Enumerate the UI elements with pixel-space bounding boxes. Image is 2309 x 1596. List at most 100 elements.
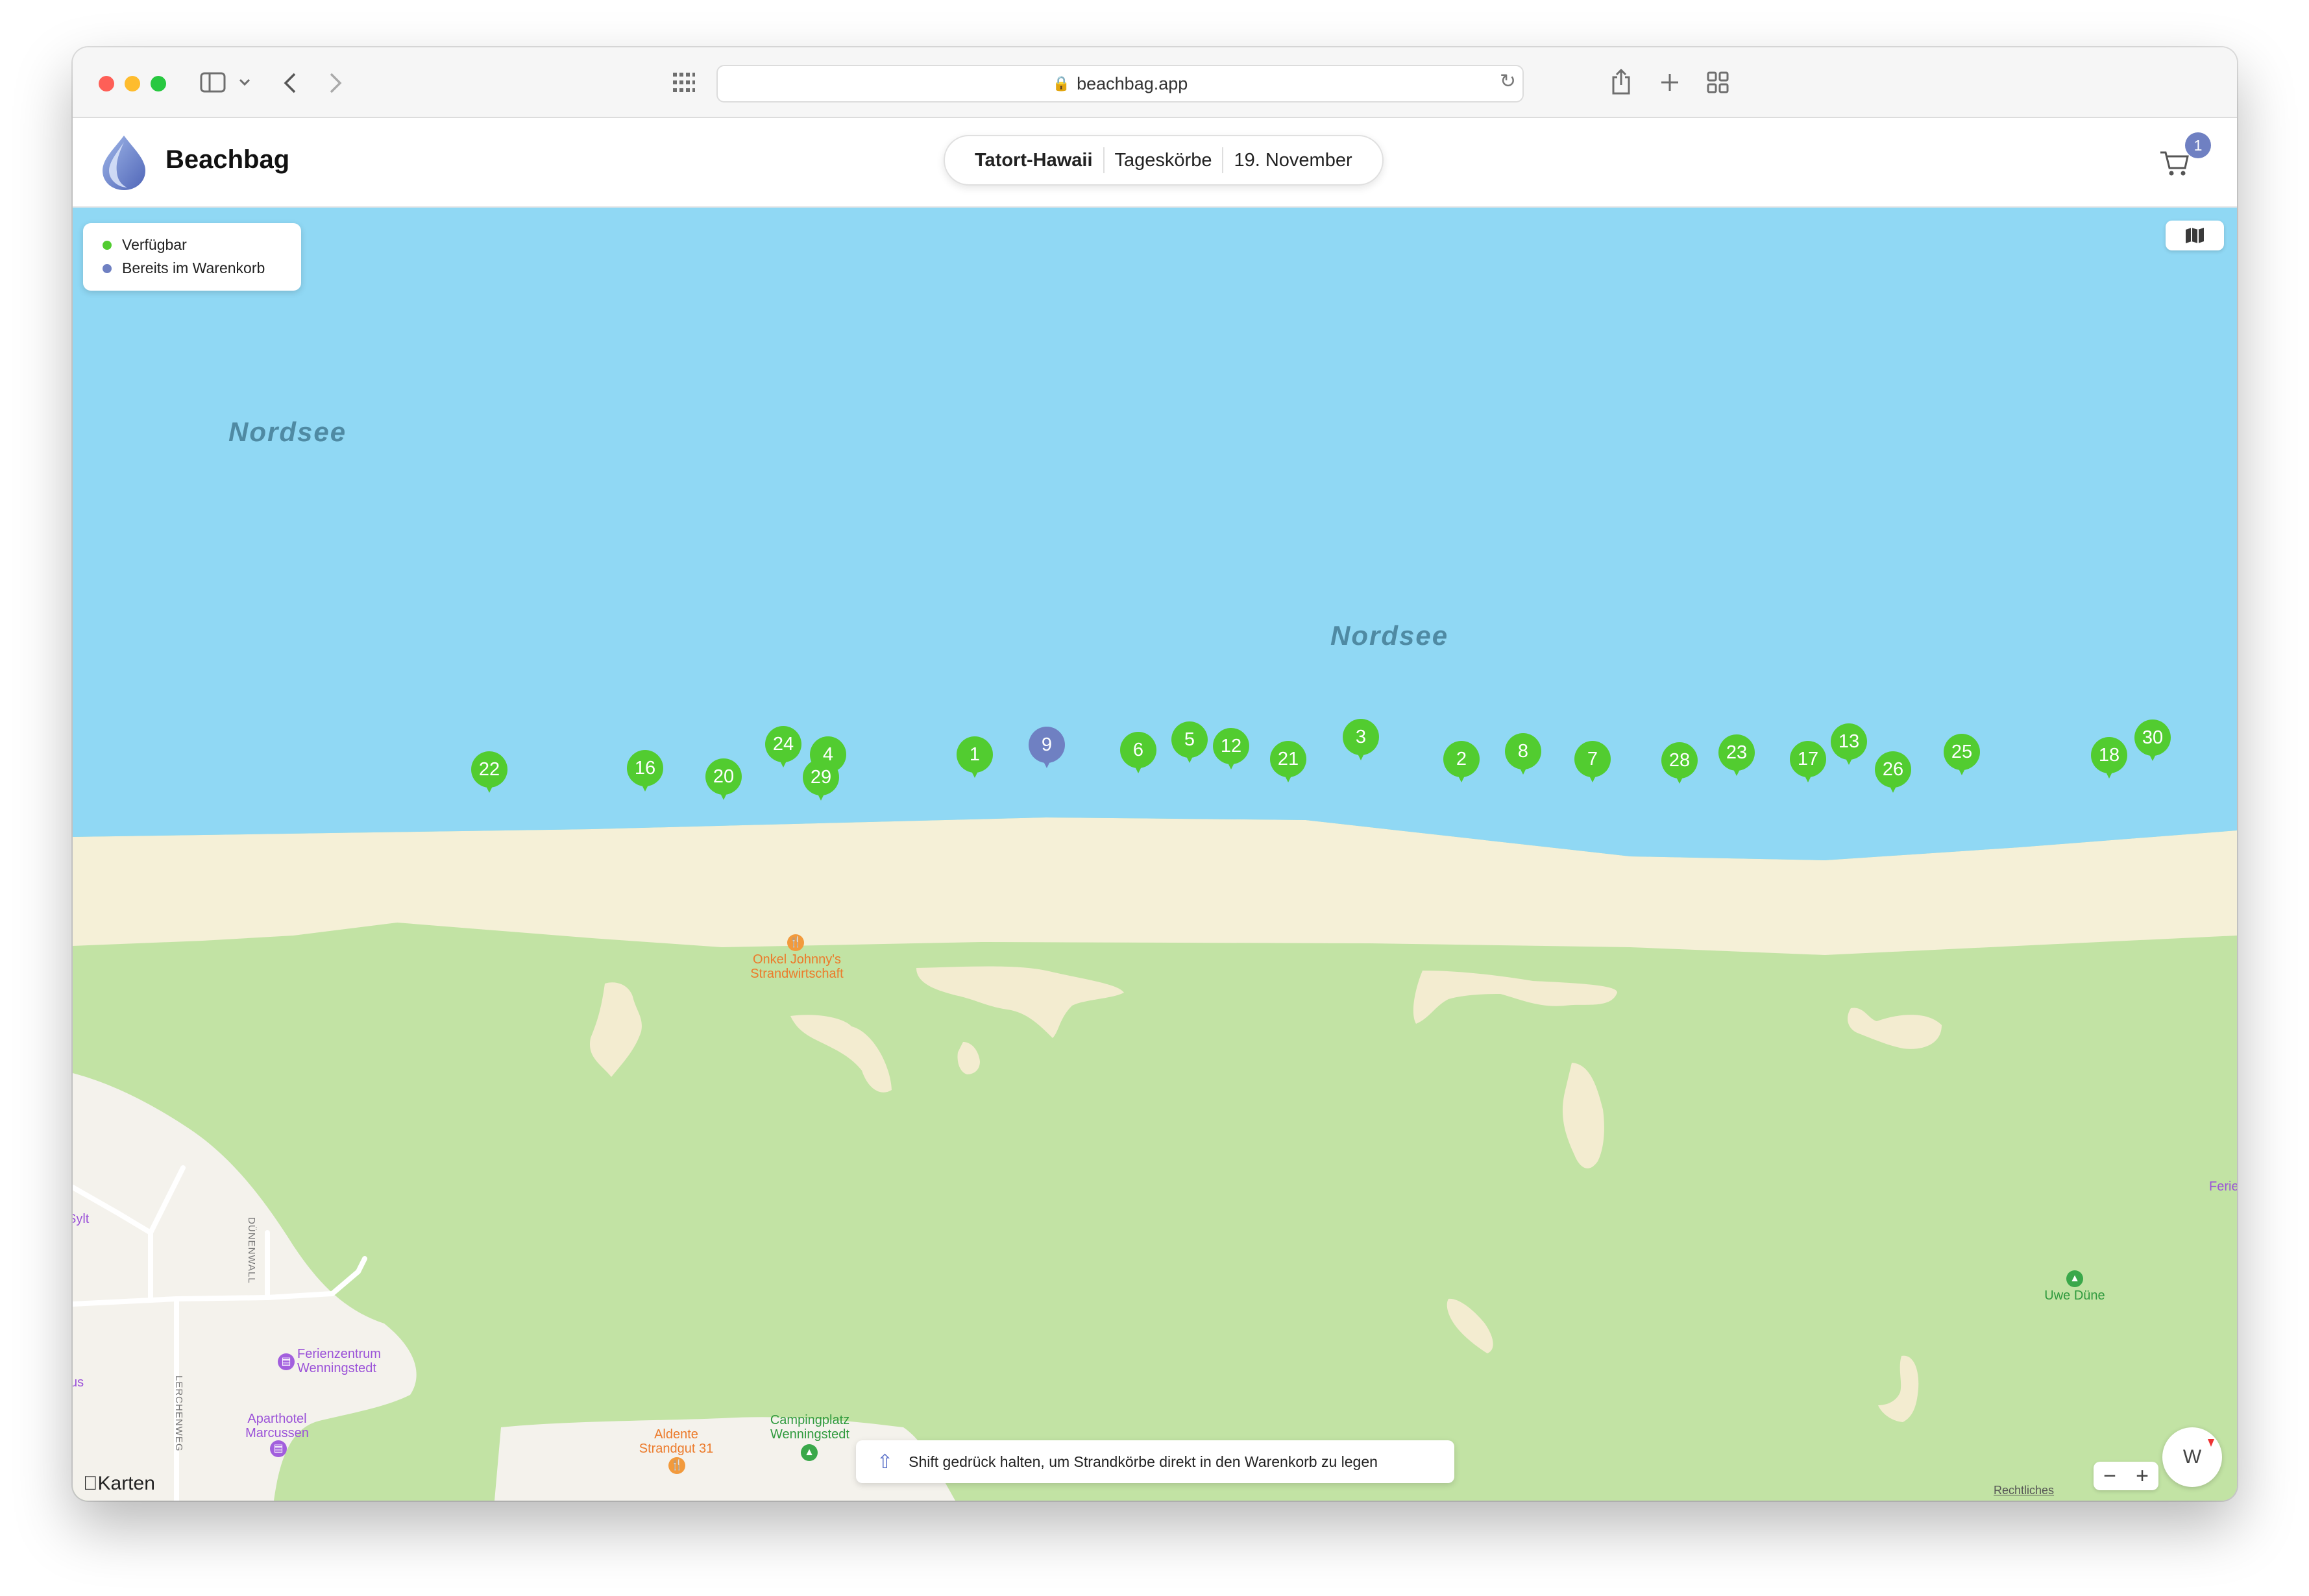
pin-tip xyxy=(717,787,730,800)
apple-maps-attribution[interactable]: Karten xyxy=(83,1473,155,1495)
beach-chair-pin-3[interactable]: 3 xyxy=(1343,719,1379,763)
poi-onkel-johnny[interactable]: Onkel Johnny's Strandwirtschaft xyxy=(739,952,855,981)
tabs-overview-icon[interactable] xyxy=(1707,71,1729,93)
minimize-window-button[interactable] xyxy=(125,76,140,91)
pin-tip xyxy=(1955,762,1968,775)
beach-chair-pin-5[interactable]: 5 xyxy=(1171,721,1208,766)
beach-chair-pin-30[interactable]: 30 xyxy=(2134,719,2171,764)
legend-available-label: Verfügbar xyxy=(122,236,187,253)
pin-tip xyxy=(639,779,652,792)
beach-chair-pin-28[interactable]: 28 xyxy=(1661,742,1698,786)
beachbag-logo-icon[interactable] xyxy=(100,133,148,191)
beach-chair-pin-2[interactable]: 2 xyxy=(1443,741,1480,785)
beach-chair-pin-21[interactable]: 21 xyxy=(1270,741,1306,785)
pin-tip xyxy=(1802,769,1814,782)
browser-window: 🔒 beachbag.app ↻ Beachbag Tatort-Hawaii … xyxy=(73,47,2237,1501)
pin-tip xyxy=(1354,747,1367,760)
close-window-button[interactable] xyxy=(99,76,114,91)
poi-us[interactable]: us xyxy=(73,1375,84,1390)
hotel-icon[interactable]: ▤ xyxy=(270,1440,287,1457)
beach-chair-pin-20[interactable]: 20 xyxy=(705,758,742,803)
map-canvas[interactable] xyxy=(73,208,2237,1501)
apple-logo-icon:  xyxy=(83,1473,98,1494)
beach-chair-pin-12[interactable]: 12 xyxy=(1213,728,1249,772)
hotel-icon[interactable]: ▤ xyxy=(278,1353,295,1370)
address-bar[interactable]: 🔒 beachbag.app ↻ xyxy=(716,65,1524,103)
filter-type[interactable]: Tageskörbe xyxy=(1105,150,1223,171)
pin-tip xyxy=(777,755,790,768)
pin-tip xyxy=(1455,769,1468,782)
compass-button[interactable]: W xyxy=(2162,1427,2222,1487)
available-dot-icon xyxy=(103,240,112,250)
reload-icon[interactable]: ↻ xyxy=(1500,70,1516,93)
pin-tip xyxy=(1586,769,1599,782)
shift-arrow-icon: ⇧ xyxy=(877,1451,894,1473)
pin-tip xyxy=(2146,748,2159,761)
zoom-in-button[interactable]: + xyxy=(2136,1464,2149,1489)
forward-icon[interactable] xyxy=(328,72,343,94)
beach-chair-pin-7[interactable]: 7 xyxy=(1574,741,1611,785)
lock-icon: 🔒 xyxy=(1052,75,1071,91)
sea-label: Nordsee xyxy=(228,417,347,447)
pin-tip xyxy=(1517,762,1530,775)
campground-icon[interactable]: ▲ xyxy=(801,1444,818,1461)
new-tab-icon[interactable] xyxy=(1659,72,1680,93)
poi-uwe-duene[interactable]: Uwe Düne xyxy=(2033,1288,2117,1303)
legend-in-cart: Bereits im Warenkorb xyxy=(103,260,265,277)
beach-chair-pin-29[interactable]: 29 xyxy=(803,759,839,803)
compass-label: W xyxy=(2182,1446,2202,1468)
poi-sylt[interactable]: Sylt xyxy=(73,1212,89,1226)
tab-overview-grid-icon[interactable] xyxy=(672,72,696,93)
beach-chair-pin-23[interactable]: 23 xyxy=(1718,734,1755,779)
zoom-window-button[interactable] xyxy=(151,76,166,91)
park-icon[interactable]: ▲ xyxy=(2066,1270,2083,1287)
beach-chair-pin-8[interactable]: 8 xyxy=(1505,733,1541,777)
restaurant-icon[interactable]: 🍴 xyxy=(668,1457,685,1474)
beach-chair-pin-18[interactable]: 18 xyxy=(2091,737,2127,781)
beach-chair-pin-17[interactable]: 17 xyxy=(1790,741,1826,785)
restaurant-icon[interactable]: 🍴 xyxy=(787,934,804,951)
in-cart-dot-icon xyxy=(103,263,112,273)
back-icon[interactable] xyxy=(283,72,297,94)
beach-chair-pin-6[interactable]: 6 xyxy=(1120,732,1156,776)
pin-tip xyxy=(1225,756,1238,769)
cart-count-badge: 1 xyxy=(2185,132,2211,158)
hint-text: Shift gedrück halten, um Strandkörbe dir… xyxy=(909,1453,1378,1470)
app-header: Beachbag Tatort-Hawaii Tageskörbe 19. No… xyxy=(73,118,2237,208)
brand-name[interactable]: Beachbag xyxy=(165,145,289,175)
poi-ferienzentrum[interactable]: Ferienzentrum Wenningstedt xyxy=(297,1347,401,1375)
beach-chair-pin-25[interactable]: 25 xyxy=(1944,734,1980,778)
filter-date[interactable]: 19. November xyxy=(1223,150,1362,171)
beach-map[interactable]: Nordsee Nordsee Verfügbar Bereits im War… xyxy=(73,208,2237,1501)
sidebar-icon[interactable] xyxy=(200,72,226,93)
poi-aldente[interactable]: Aldente Strandgut 31 xyxy=(631,1427,722,1456)
beach-chair-pin-22[interactable]: 22 xyxy=(471,751,507,795)
road-label-duenenwall: DÜNENWALL xyxy=(246,1217,257,1284)
pin-tip xyxy=(968,765,981,778)
road-label-lerchenweg: LERCHENWEG xyxy=(173,1375,184,1452)
beach-chair-pin-16[interactable]: 16 xyxy=(627,750,663,794)
zoom-out-button[interactable]: − xyxy=(2103,1464,2116,1489)
compass-north-icon xyxy=(2208,1439,2214,1447)
pin-tip xyxy=(2103,766,2116,779)
beach-chair-pin-13[interactable]: 13 xyxy=(1831,723,1867,768)
chevron-down-icon[interactable] xyxy=(239,79,250,86)
poi-camping[interactable]: Campingplatz Wenningstedt xyxy=(758,1413,862,1442)
poi-ferie[interactable]: Ferie xyxy=(2209,1179,2237,1194)
beach-chair-pin-1[interactable]: 1 xyxy=(957,736,993,780)
booking-filter[interactable]: Tatort-Hawaii Tageskörbe 19. November xyxy=(944,135,1384,186)
pin-tip xyxy=(1887,780,1900,793)
zoom-control[interactable]: − + xyxy=(2094,1462,2158,1490)
filter-location[interactable]: Tatort-Hawaii xyxy=(964,150,1103,171)
beach-chair-pin-26[interactable]: 26 xyxy=(1875,751,1911,795)
legal-link[interactable]: Rechtliches xyxy=(1994,1484,2054,1497)
map-type-button[interactable] xyxy=(2166,221,2224,250)
attribution-text: Karten xyxy=(83,1473,155,1494)
cart-icon[interactable] xyxy=(2159,147,2190,178)
legend-in-cart-label: Bereits im Warenkorb xyxy=(122,260,265,276)
beach-chair-pin-24[interactable]: 24 xyxy=(765,726,801,770)
share-icon[interactable] xyxy=(1611,68,1631,95)
pin-tip xyxy=(1282,769,1295,782)
beach-chair-pin-9[interactable]: 9 xyxy=(1029,727,1065,771)
poi-aparthotel[interactable]: Aparthotel Marcussen xyxy=(235,1412,319,1440)
